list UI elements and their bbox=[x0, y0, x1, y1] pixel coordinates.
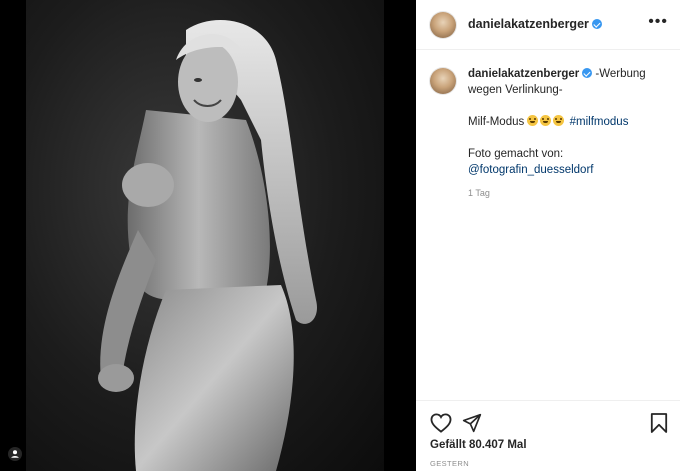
more-options-icon[interactable]: ••• bbox=[648, 14, 668, 30]
caption-block: danielakatzenberger -Werbung wegen Verli… bbox=[430, 66, 670, 198]
caption-line-2: wegen Verlinkung- bbox=[468, 84, 563, 96]
avatar[interactable] bbox=[430, 68, 456, 94]
emoji-icon bbox=[553, 115, 565, 126]
caption-line-3: Milf-Modus bbox=[468, 116, 525, 128]
post-date: GESTERN bbox=[430, 459, 470, 468]
heart-icon[interactable] bbox=[430, 413, 452, 433]
avatar[interactable] bbox=[430, 12, 456, 38]
post-sidebar: danielakatzenberger ••• danielakatzenber… bbox=[416, 0, 680, 471]
likes-count[interactable]: Gefällt 80.407 Mal bbox=[430, 439, 527, 451]
verified-badge-icon bbox=[582, 68, 593, 78]
paper-plane-icon[interactable] bbox=[462, 413, 482, 433]
post-actions: Gefällt 80.407 Mal GESTERN bbox=[416, 400, 680, 471]
emoji-icon bbox=[540, 115, 552, 126]
bookmark-icon[interactable] bbox=[650, 412, 668, 434]
post-photo[interactable] bbox=[26, 0, 384, 471]
caption-username[interactable]: danielakatzenberger bbox=[468, 68, 579, 80]
mention-link[interactable]: @fotografin_duesseldorf bbox=[468, 162, 670, 178]
caption-text: danielakatzenberger -Werbung wegen Verli… bbox=[468, 66, 670, 178]
username-text[interactable]: danielakatzenberger bbox=[468, 17, 589, 31]
caption-line-4: Foto gemacht von: bbox=[468, 148, 564, 160]
username-link[interactable]: danielakatzenberger bbox=[468, 17, 602, 31]
caption-timestamp[interactable]: 1 Tag bbox=[468, 188, 670, 198]
hashtag-link[interactable]: #milfmodus bbox=[570, 116, 629, 128]
photo-illustration bbox=[98, 20, 317, 471]
post-image-pane[interactable] bbox=[0, 0, 416, 471]
caption-line-1: -Werbung bbox=[595, 68, 646, 80]
emoji-icon bbox=[527, 115, 539, 126]
post-header: danielakatzenberger ••• bbox=[416, 0, 680, 50]
verified-badge-icon bbox=[591, 19, 602, 29]
user-tag-icon[interactable] bbox=[8, 447, 22, 461]
